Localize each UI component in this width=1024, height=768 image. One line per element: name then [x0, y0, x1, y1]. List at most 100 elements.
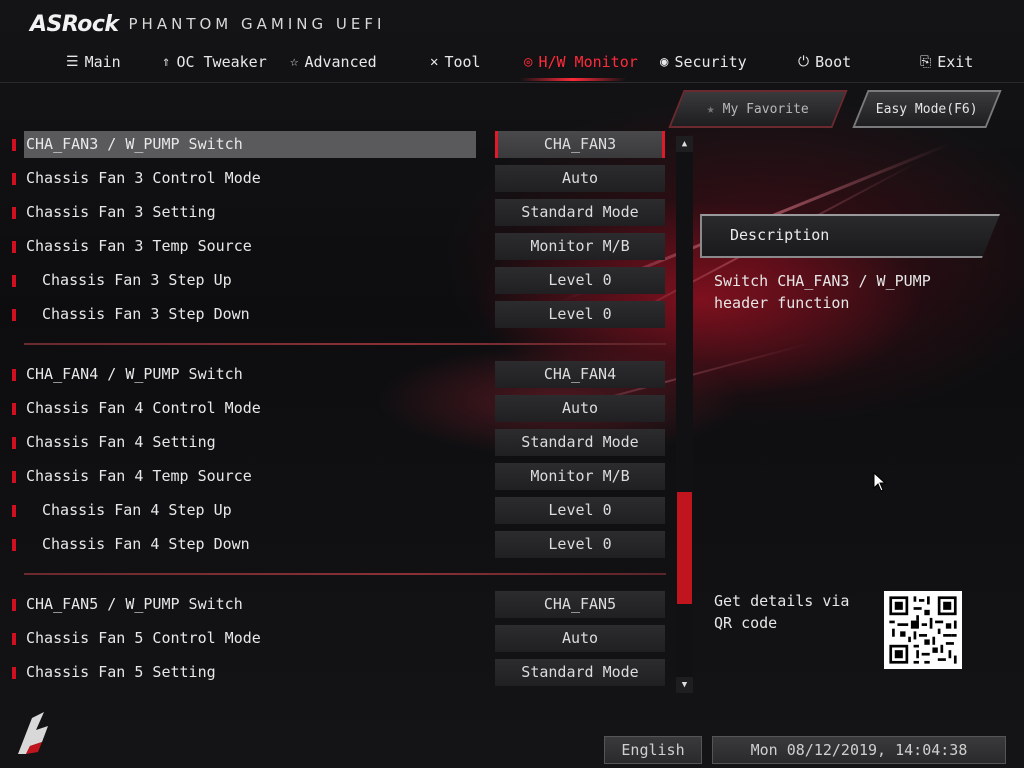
header-divider — [0, 82, 1024, 83]
tab-advanced[interactable]: ☆ Advanced — [290, 48, 377, 76]
star-icon: ★ — [707, 101, 715, 117]
setting-label: Chassis Fan 5 Control Mode — [26, 629, 261, 647]
setting-value[interactable]: Monitor M/B — [495, 463, 665, 490]
row-marker — [12, 275, 16, 287]
tab-label: Advanced — [304, 53, 377, 71]
shield-icon: ◉ — [660, 54, 669, 70]
tab-label: Main — [84, 53, 121, 71]
setting-value[interactable]: Auto — [495, 165, 665, 192]
scrollbar[interactable]: ▲ ▼ — [676, 136, 693, 693]
setting-value[interactable]: Auto — [495, 395, 665, 422]
tools-icon: ✕ — [430, 54, 439, 70]
setting-row[interactable]: CHA_FAN4 / W_PUMP Switch CHA_FAN4 — [0, 360, 670, 388]
row-marker — [12, 599, 16, 611]
setting-row[interactable]: Chassis Fan 4 Setting Standard Mode — [0, 428, 670, 456]
rocket-icon: ⇑ — [162, 54, 171, 70]
setting-value[interactable]: Standard Mode — [495, 429, 665, 456]
qr-code-graphic — [884, 591, 962, 669]
asrock-logo: ASRock — [30, 11, 119, 37]
setting-row[interactable]: Chassis Fan 4 Temp Source Monitor M/B — [0, 462, 670, 490]
my-favorite-button[interactable]: ★ My Favorite — [668, 90, 848, 128]
tab-label: OC Tweaker — [176, 53, 267, 71]
setting-row[interactable]: Chassis Fan 5 Setting Standard Mode — [0, 658, 670, 686]
tab-oc-tweaker[interactable]: ⇑ OC Tweaker — [162, 48, 267, 76]
easy-mode-label: Easy Mode(F6) — [876, 101, 978, 117]
setting-row[interactable]: CHA_FAN5 / W_PUMP Switch CHA_FAN5 — [0, 590, 670, 618]
setting-value[interactable]: Level 0 — [495, 497, 665, 524]
setting-value[interactable]: CHA_FAN4 — [495, 361, 665, 388]
setting-label: Chassis Fan 4 Control Mode — [26, 399, 261, 417]
setting-label: Chassis Fan 4 Step Down — [42, 535, 250, 553]
row-marker — [12, 505, 16, 517]
tab-label: Security — [674, 53, 747, 71]
setting-value[interactable]: CHA_FAN5 — [495, 591, 665, 618]
tab-hw-monitor[interactable]: ◎ H/W Monitor — [524, 48, 638, 76]
group-divider — [24, 573, 666, 575]
setting-value[interactable]: Level 0 — [495, 267, 665, 294]
tab-exit[interactable]: ⎘ Exit — [920, 48, 973, 76]
brand: ASRock PHANTOM GAMING UEFI — [30, 10, 385, 38]
description-title: Description — [730, 226, 830, 244]
brand-subtitle: PHANTOM GAMING UEFI — [128, 15, 386, 33]
row-marker — [12, 173, 16, 185]
setting-row[interactable]: Chassis Fan 3 Control Mode Auto — [0, 164, 670, 192]
row-marker — [12, 139, 16, 151]
setting-label: Chassis Fan 3 Step Down — [42, 305, 250, 323]
tab-security[interactable]: ◉ Security — [660, 48, 747, 76]
easy-mode-button[interactable]: Easy Mode(F6) — [852, 90, 1002, 128]
setting-row[interactable]: Chassis Fan 3 Step Down Level 0 — [0, 300, 670, 328]
setting-row[interactable]: Chassis Fan 4 Control Mode Auto — [0, 394, 670, 422]
row-marker — [12, 539, 16, 551]
setting-label: CHA_FAN5 / W_PUMP Switch — [26, 595, 243, 613]
setting-value[interactable]: Standard Mode — [495, 199, 665, 226]
mouse-cursor-icon — [873, 472, 887, 492]
power-icon: ⏻ — [798, 54, 810, 70]
tab-boot[interactable]: ⏻ Boot — [798, 48, 851, 76]
row-marker — [12, 437, 16, 449]
setting-value[interactable]: Monitor M/B — [495, 233, 665, 260]
tab-label: Exit — [937, 53, 974, 71]
setting-value[interactable]: Auto — [495, 625, 665, 652]
scrollbar-thumb[interactable] — [677, 492, 692, 604]
exit-icon: ⎘ — [920, 54, 932, 70]
row-marker — [12, 403, 16, 415]
setting-row[interactable]: Chassis Fan 4 Step Down Level 0 — [0, 530, 670, 558]
active-tab-underline — [520, 78, 626, 81]
qr-code — [884, 591, 962, 669]
tab-tool[interactable]: ✕ Tool — [430, 48, 481, 76]
setting-value[interactable]: Standard Mode — [495, 659, 665, 686]
scroll-up-arrow-icon[interactable]: ▲ — [676, 136, 693, 152]
qr-caption: Get details via QR code — [714, 592, 850, 632]
setting-row[interactable]: Chassis Fan 3 Step Up Level 0 — [0, 266, 670, 294]
scroll-down-arrow-icon[interactable]: ▼ — [676, 677, 693, 693]
phantom-gaming-logo — [18, 712, 48, 754]
setting-label: Chassis Fan 3 Temp Source — [26, 237, 252, 255]
row-marker — [12, 241, 16, 253]
setting-label: CHA_FAN4 / W_PUMP Switch — [26, 365, 243, 383]
setting-label: Chassis Fan 4 Temp Source — [26, 467, 252, 485]
tab-label: H/W Monitor — [538, 53, 638, 71]
tab-label: Boot — [815, 53, 852, 71]
language-button[interactable]: English — [604, 736, 702, 764]
row-marker — [12, 471, 16, 483]
list-icon: ☰ — [66, 54, 79, 70]
setting-value[interactable]: Level 0 — [495, 531, 665, 558]
setting-label: Chassis Fan 3 Setting — [26, 203, 216, 221]
main-nav: ☰ Main ⇑ OC Tweaker ☆ Advanced ✕ Tool ◎ H/W M… — [0, 48, 1024, 76]
setting-row[interactable]: CHA_FAN3 / W_PUMP Switch CHA_FAN3 — [0, 130, 670, 158]
description-text: Switch CHA_FAN3 / W_PUMP header function — [714, 272, 931, 312]
tab-main[interactable]: ☰ Main — [66, 48, 121, 76]
row-marker — [12, 309, 16, 321]
tab-label: Tool — [444, 53, 481, 71]
row-marker — [12, 207, 16, 219]
datetime-display: Mon 08/12/2019, 14:04:38 — [712, 736, 1006, 764]
setting-row[interactable]: Chassis Fan 4 Step Up Level 0 — [0, 496, 670, 524]
monitor-icon: ◎ — [524, 54, 533, 70]
setting-row[interactable]: Chassis Fan 3 Temp Source Monitor M/B — [0, 232, 670, 260]
setting-row[interactable]: Chassis Fan 3 Setting Standard Mode — [0, 198, 670, 226]
row-marker — [12, 667, 16, 679]
setting-label: CHA_FAN3 / W_PUMP Switch — [26, 135, 243, 153]
setting-value[interactable]: Level 0 — [495, 301, 665, 328]
setting-value[interactable]: CHA_FAN3 — [495, 131, 665, 158]
setting-row[interactable]: Chassis Fan 5 Control Mode Auto — [0, 624, 670, 652]
